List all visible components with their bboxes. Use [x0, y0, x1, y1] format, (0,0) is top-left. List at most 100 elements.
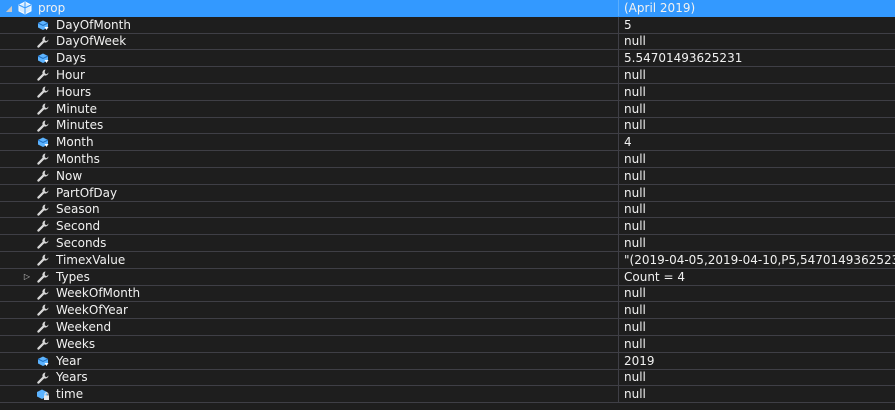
watch-row-timex-value[interactable]: TimexValue "(2019-04-05,2019-04-10,P5,547…: [0, 251, 895, 269]
name-cell: DayOfWeek: [0, 33, 619, 50]
wrench-icon: [37, 170, 49, 182]
wrench-icon: [37, 237, 49, 249]
wrench-icon: [37, 36, 49, 48]
variable-name: Month: [56, 135, 94, 150]
variable-name: Years: [56, 370, 88, 385]
name-cell: Months: [0, 151, 619, 167]
variable-value[interactable]: (April 2019): [619, 0, 895, 16]
watch-row-types[interactable]: ▷ Types Count = 4: [0, 268, 895, 286]
wrench-icon: [37, 103, 49, 115]
variable-value[interactable]: null: [619, 101, 895, 117]
variable-value[interactable]: null: [619, 185, 895, 201]
private-field-icon: [37, 389, 49, 401]
name-cell: Second: [0, 218, 619, 235]
collapse-arrow-icon[interactable]: ◢: [4, 3, 14, 13]
variable-value[interactable]: null: [619, 302, 895, 318]
variable-value[interactable]: null: [619, 168, 895, 184]
expand-arrow-icon[interactable]: ▷: [22, 272, 32, 282]
variable-value[interactable]: null: [619, 151, 895, 167]
watch-row-hour[interactable]: Hour null: [0, 67, 895, 84]
variable-value[interactable]: null: [619, 218, 895, 234]
name-cell: Seconds: [0, 235, 619, 251]
wrench-icon: [37, 220, 49, 233]
variable-name: TimexValue: [56, 252, 126, 267]
variable-name: Seconds: [56, 236, 107, 251]
watch-row-week-of-month[interactable]: WeekOfMonth null: [0, 285, 895, 303]
variable-name: DayOfMonth: [56, 17, 131, 32]
property-icon: [37, 53, 49, 64]
property-icon: [37, 356, 49, 366]
variable-value[interactable]: null: [619, 202, 895, 218]
watch-row-time[interactable]: time null: [0, 386, 895, 404]
variable-name: Minute: [56, 101, 97, 116]
watch-row-days[interactable]: Days 5.54701493625231: [0, 50, 895, 68]
variable-value[interactable]: 5: [619, 17, 895, 33]
variable-name: time: [56, 387, 84, 402]
variable-value[interactable]: null: [619, 235, 895, 251]
name-cell: Hours: [0, 83, 619, 100]
variable-name: Second: [56, 219, 101, 234]
variable-name: WeekOfYear: [56, 303, 128, 318]
watch-row-now[interactable]: Now null: [0, 167, 895, 185]
watch-row-seconds[interactable]: Seconds null: [0, 235, 895, 252]
watch-row-minute[interactable]: Minute null: [0, 100, 895, 118]
variable-value[interactable]: "(2019-04-05,2019-04-10,P5,5470149362523…: [619, 252, 895, 268]
variable-name: Hour: [56, 68, 85, 83]
name-cell: Year: [0, 352, 619, 369]
watch-row-season[interactable]: Season null: [0, 201, 895, 219]
property-icon: [37, 137, 49, 148]
watch-row-second[interactable]: Second null: [0, 218, 895, 236]
wrench-icon: [37, 372, 49, 384]
watch-row-week-of-year[interactable]: WeekOfYear null: [0, 302, 895, 320]
name-cell: Days: [0, 50, 619, 67]
watch-row-years[interactable]: Years null: [0, 369, 895, 387]
variable-name: DayOfWeek: [56, 34, 127, 49]
watch-row-months[interactable]: Months null: [0, 151, 895, 168]
variable-value[interactable]: 4: [619, 134, 895, 150]
watch-row-weeks[interactable]: Weeks null: [0, 335, 895, 353]
watch-row-month[interactable]: Month 4: [0, 134, 895, 152]
property-icon: [37, 20, 49, 30]
watch-row-hours[interactable]: Hours null: [0, 83, 895, 101]
watch-row-minutes[interactable]: Minutes null: [0, 117, 895, 135]
name-cell: WeekOfMonth: [0, 285, 619, 302]
name-cell: Minute: [0, 100, 619, 117]
variable-name: Months: [56, 152, 100, 167]
name-cell: Weekend: [0, 319, 619, 335]
watch-row-part-of-day[interactable]: PartOfDay null: [0, 184, 895, 202]
watch-row-day-of-month[interactable]: DayOfMonth 5: [0, 16, 895, 34]
variable-name: Hours: [56, 84, 92, 99]
name-cell: DayOfMonth: [0, 16, 619, 33]
variable-value[interactable]: null: [619, 336, 895, 352]
variable-name: Weekend: [56, 320, 112, 335]
wrench-icon: [37, 321, 49, 333]
wrench-icon: [37, 288, 49, 300]
variable-value[interactable]: 5.54701493625231: [619, 50, 895, 66]
variable-value[interactable]: null: [619, 370, 895, 386]
variable-name: Now: [56, 168, 83, 183]
variable-name: PartOfDay: [56, 185, 118, 200]
variable-value[interactable]: null: [619, 84, 895, 100]
variable-value[interactable]: null: [619, 286, 895, 302]
variable-name: Days: [56, 51, 86, 66]
wrench-icon: [37, 204, 49, 216]
name-cell: WeekOfYear: [0, 302, 619, 319]
wrench-icon: [37, 153, 49, 165]
name-cell: TimexValue: [0, 251, 619, 268]
variable-value[interactable]: 2019: [619, 353, 895, 369]
variable-value[interactable]: null: [619, 118, 895, 134]
variable-name: WeekOfMonth: [56, 286, 141, 301]
watch-row-weekend[interactable]: Weekend null: [0, 319, 895, 336]
variable-value[interactable]: Count = 4: [619, 269, 895, 285]
name-cell: PartOfDay: [0, 184, 619, 201]
variable-value[interactable]: null: [619, 319, 895, 335]
variable-value[interactable]: null: [619, 34, 895, 50]
variable-name: Year: [56, 353, 82, 368]
variable-value[interactable]: null: [619, 386, 895, 402]
variable-value[interactable]: null: [619, 67, 895, 83]
watch-row-year[interactable]: Year 2019: [0, 352, 895, 370]
watch-row-day-of-week[interactable]: DayOfWeek null: [0, 33, 895, 51]
watch-row-prop[interactable]: ◢ prop (April 2019): [0, 0, 895, 17]
wrench-icon: [37, 304, 49, 317]
wrench-icon: [37, 338, 49, 350]
